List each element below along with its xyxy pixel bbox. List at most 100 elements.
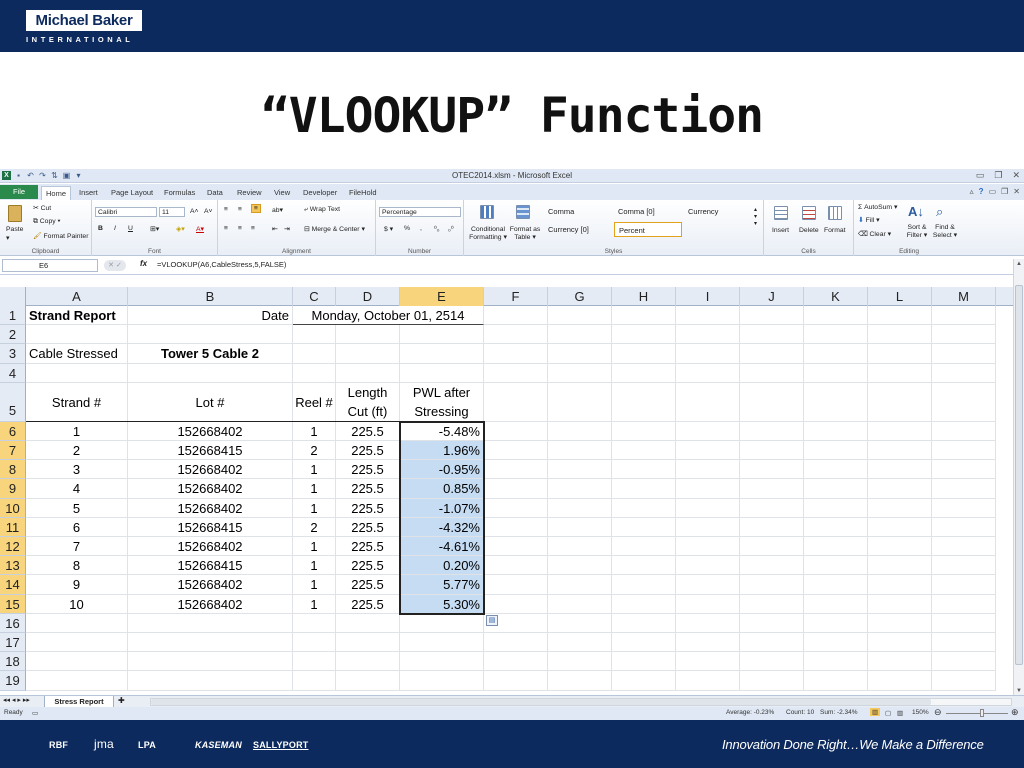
cell-f14[interactable]	[484, 575, 548, 595]
insert-cells-icon[interactable]	[774, 206, 788, 220]
cell-e12[interactable]: -4.61%	[400, 537, 484, 557]
cell-h5[interactable]	[612, 382, 676, 422]
cell-l5[interactable]	[868, 382, 932, 422]
cell-a8[interactable]: 3	[26, 460, 128, 480]
cell-b7[interactable]: 152668415	[128, 441, 293, 461]
tab-insert[interactable]: Insert	[75, 186, 102, 200]
insert-cells-label[interactable]: Insert	[772, 227, 789, 234]
cell-k7[interactable]	[804, 441, 868, 461]
cell-h12[interactable]	[612, 537, 676, 557]
cell-m5[interactable]	[932, 382, 996, 422]
restore-icon[interactable]: ❐	[994, 170, 1002, 181]
normal-view-icon[interactable]: ▥	[870, 708, 881, 716]
cell-f13[interactable]	[484, 556, 548, 576]
cell-j4[interactable]	[740, 363, 804, 383]
cell-h17[interactable]	[612, 633, 676, 653]
italic-icon[interactable]: I	[114, 225, 116, 232]
cell-i15[interactable]	[676, 594, 740, 614]
cell-m15[interactable]	[932, 594, 996, 614]
cell-l16[interactable]	[868, 613, 932, 633]
cell-l14[interactable]	[868, 575, 932, 595]
cell-m19[interactable]	[932, 671, 996, 691]
cell-k9[interactable]	[804, 479, 868, 499]
cell-h13[interactable]	[612, 556, 676, 576]
cell-i16[interactable]	[676, 613, 740, 633]
cell-b6[interactable]: 152668402	[128, 421, 293, 441]
doc-restore-icon[interactable]: ❐	[1001, 187, 1008, 196]
cell-k6[interactable]	[804, 421, 868, 441]
cell-h8[interactable]	[612, 460, 676, 480]
cell-f4[interactable]	[484, 363, 548, 383]
cell-d8[interactable]: 225.5	[336, 460, 400, 480]
cell-e16[interactable]	[400, 613, 484, 633]
cell-j11[interactable]	[740, 517, 804, 537]
cell-h4[interactable]	[612, 363, 676, 383]
cell-l17[interactable]	[868, 633, 932, 653]
cell-f15[interactable]	[484, 594, 548, 614]
cell-d17[interactable]	[336, 633, 400, 653]
cell-l9[interactable]	[868, 479, 932, 499]
cell-h14[interactable]	[612, 575, 676, 595]
cell-j14[interactable]	[740, 575, 804, 595]
style-currency[interactable]: Currency	[684, 204, 752, 219]
cell-a7[interactable]: 2	[26, 441, 128, 461]
cell-k19[interactable]	[804, 671, 868, 691]
cell-f3[interactable]	[484, 344, 548, 364]
cell-e15[interactable]: 5.30%	[400, 594, 484, 614]
cell-e9[interactable]: 0.85%	[400, 479, 484, 499]
cell-k8[interactable]	[804, 460, 868, 480]
column-header-f[interactable]: F	[484, 287, 548, 306]
cell-i17[interactable]	[676, 633, 740, 653]
cell-h19[interactable]	[612, 671, 676, 691]
cell-m4[interactable]	[932, 363, 996, 383]
cell-g12[interactable]	[548, 537, 612, 557]
accounting-icon[interactable]: $ ▾	[384, 225, 393, 233]
cell-h6[interactable]	[612, 421, 676, 441]
cell-l11[interactable]	[868, 517, 932, 537]
cell-e4[interactable]	[400, 363, 484, 383]
cell-m14[interactable]	[932, 575, 996, 595]
cell-b4[interactable]	[128, 363, 293, 383]
zoom-level[interactable]: 150%	[912, 709, 929, 716]
cell-k5[interactable]	[804, 382, 868, 422]
cell-g16[interactable]	[548, 613, 612, 633]
cell-b12[interactable]: 152668402	[128, 537, 293, 557]
styles-scroll-icon[interactable]: ▴ ▾ ▾	[754, 206, 757, 227]
cell-f7[interactable]	[484, 441, 548, 461]
column-header-e[interactable]: E	[400, 287, 484, 306]
cell-c16[interactable]	[293, 613, 336, 633]
row-header-11[interactable]: 11	[0, 517, 26, 537]
cell-f1[interactable]	[484, 306, 548, 326]
row-header-13[interactable]: 13	[0, 556, 26, 576]
cell-f6[interactable]	[484, 421, 548, 441]
cell-e14[interactable]: 5.77%	[400, 575, 484, 595]
cell-g6[interactable]	[548, 421, 612, 441]
cell-a14[interactable]: 9	[26, 575, 128, 595]
cell-j15[interactable]	[740, 594, 804, 614]
cell-a6[interactable]: 1	[26, 421, 128, 441]
cell-j6[interactable]	[740, 421, 804, 441]
align-top-icon[interactable]: ≡	[224, 206, 228, 213]
paste-dropdown-icon[interactable]: ▾	[6, 234, 9, 242]
cell-e19[interactable]	[400, 671, 484, 691]
cell-a12[interactable]: 7	[26, 537, 128, 557]
cell-d19[interactable]	[336, 671, 400, 691]
cell-k11[interactable]	[804, 517, 868, 537]
cell-c7[interactable]: 2	[293, 441, 336, 461]
cell-f19[interactable]	[484, 671, 548, 691]
merge-center-button[interactable]: ⊟ Merge & Center ▾	[304, 225, 365, 233]
cell-m1[interactable]	[932, 306, 996, 326]
cell-i11[interactable]	[676, 517, 740, 537]
cell-k2[interactable]	[804, 325, 868, 345]
worksheet-grid[interactable]: ABCDEFGHIJKLM 1 Strand Report Date Monday, …	[0, 287, 1013, 696]
cell-k13[interactable]	[804, 556, 868, 576]
cell-b16[interactable]	[128, 613, 293, 633]
tab-view[interactable]: View	[270, 186, 294, 200]
cell-j17[interactable]	[740, 633, 804, 653]
help-icon[interactable]: ?	[979, 187, 984, 196]
cell-g9[interactable]	[548, 479, 612, 499]
formula-cancel-icon[interactable]: ✕ ✓	[104, 260, 126, 271]
column-header-c[interactable]: C	[293, 287, 336, 306]
cell-j7[interactable]	[740, 441, 804, 461]
cell-g17[interactable]	[548, 633, 612, 653]
